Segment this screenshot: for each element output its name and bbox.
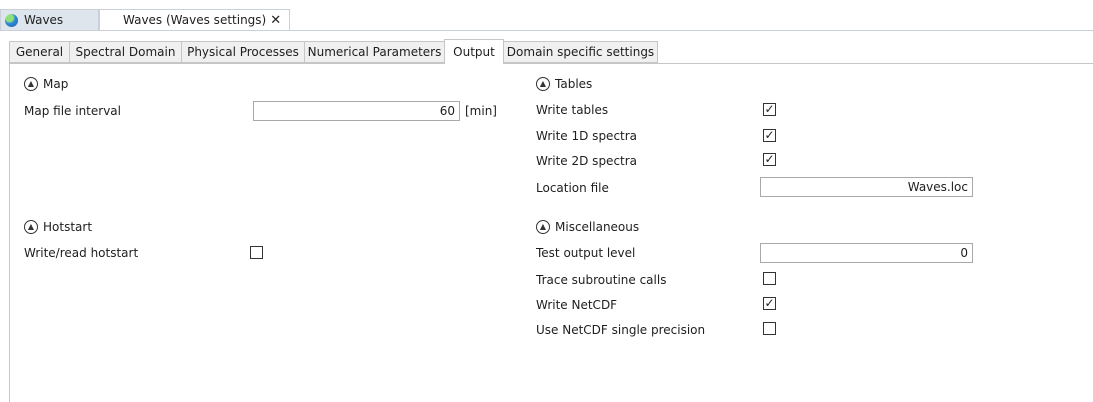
tables-section-header[interactable]: ▲ Tables: [536, 77, 592, 91]
map-file-interval-input[interactable]: 60: [253, 101, 460, 121]
trace-subroutine-calls-checkbox[interactable]: [763, 272, 776, 285]
test-output-level-input[interactable]: 0: [760, 243, 973, 263]
use-netcdf-single-precision-checkbox[interactable]: [763, 322, 776, 335]
chevron-up-icon[interactable]: ▲: [24, 77, 38, 91]
tab-general[interactable]: General: [9, 41, 70, 63]
document-tab-bar: Waves Waves (Waves settings) ✕: [0, 0, 1093, 32]
misc-section-header[interactable]: ▲ Miscellaneous: [536, 220, 639, 234]
chevron-up-icon[interactable]: ▲: [24, 220, 38, 234]
map-section-header[interactable]: ▲ Map: [24, 77, 68, 91]
write-2d-spectra-checkbox[interactable]: ✓: [763, 153, 776, 166]
write-netcdf-checkbox[interactable]: ✓: [763, 297, 776, 310]
doc-tab-waves-settings-label: Waves (Waves settings): [123, 13, 267, 27]
write-read-hotstart-checkbox[interactable]: [250, 246, 263, 259]
location-file-label: Location file: [536, 181, 609, 195]
map-file-interval-label: Map file interval: [24, 104, 121, 118]
panel-border: [9, 63, 10, 402]
tab-strip-divider: [9, 63, 1093, 64]
tab-output[interactable]: Output: [444, 39, 504, 64]
write-read-hotstart-label: Write/read hotstart: [24, 246, 139, 260]
write-tables-checkbox[interactable]: ✓: [763, 103, 776, 116]
hotstart-section-header[interactable]: ▲ Hotstart: [24, 220, 92, 234]
doc-tab-waves-label: Waves: [24, 13, 64, 27]
write-netcdf-label: Write NetCDF: [536, 298, 618, 312]
doc-tab-divider: [0, 30, 1093, 31]
map-section-title: Map: [43, 77, 69, 91]
write-1d-spectra-label: Write 1D spectra: [536, 129, 638, 143]
hotstart-section-title: Hotstart: [43, 220, 93, 234]
tab-spectral-domain[interactable]: Spectral Domain: [69, 41, 182, 63]
write-1d-spectra-checkbox[interactable]: ✓: [763, 129, 776, 142]
doc-tab-waves-settings[interactable]: Waves (Waves settings) ✕: [99, 9, 290, 30]
write-tables-label: Write tables: [536, 103, 609, 117]
tab-domain-specific-settings[interactable]: Domain specific settings: [503, 41, 658, 63]
close-icon[interactable]: ✕: [270, 13, 281, 28]
tables-section-title: Tables: [555, 77, 593, 91]
chevron-up-icon[interactable]: ▲: [536, 220, 550, 234]
map-file-interval-unit: [min]: [465, 104, 497, 118]
write-2d-spectra-label: Write 2D spectra: [536, 154, 638, 168]
tab-physical-processes[interactable]: Physical Processes: [181, 41, 305, 63]
use-netcdf-single-precision-label: Use NetCDF single precision: [536, 323, 706, 337]
test-output-level-label: Test output level: [536, 246, 636, 260]
globe-icon: [5, 13, 18, 27]
doc-tab-waves[interactable]: Waves: [0, 9, 99, 30]
chevron-up-icon[interactable]: ▲: [536, 77, 550, 91]
trace-subroutine-calls-label: Trace subroutine calls: [536, 273, 667, 287]
tab-numerical-parameters[interactable]: Numerical Parameters: [304, 41, 445, 63]
misc-section-title: Miscellaneous: [555, 220, 640, 234]
location-file-input[interactable]: Waves.loc: [760, 177, 973, 197]
